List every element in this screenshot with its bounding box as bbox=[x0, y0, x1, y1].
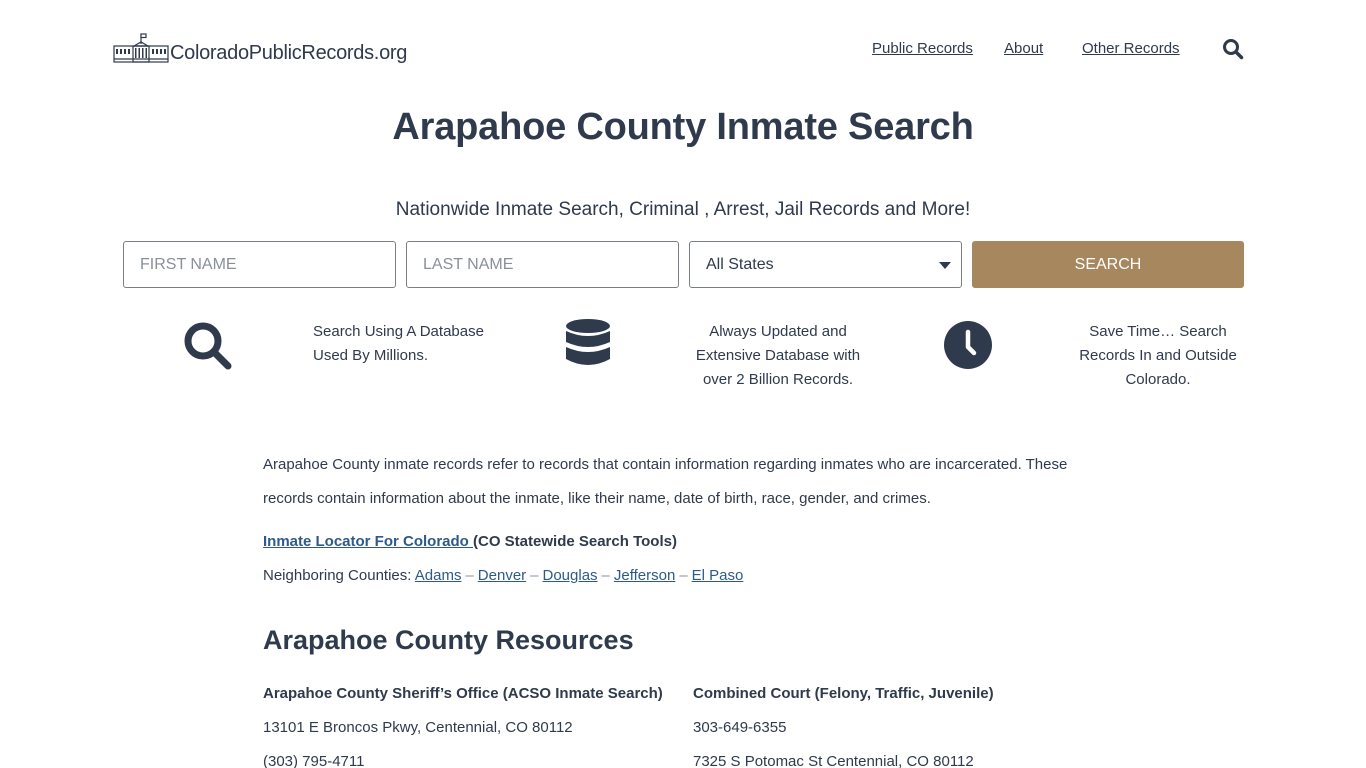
search-icon[interactable] bbox=[1222, 38, 1244, 60]
page-tagline: Nationwide Inmate Search, Criminal , Arr… bbox=[395, 199, 971, 220]
state-select[interactable]: All States bbox=[689, 241, 962, 288]
county-link-el-paso[interactable]: El Paso bbox=[692, 567, 744, 584]
locator-line: Inmate Locator For Colorado (CO Statewid… bbox=[263, 533, 677, 550]
resource-address: 13101 E Broncos Pkwy, Centennial, CO 801… bbox=[263, 719, 573, 736]
resource-combined-court: Combined Court (Felony, Traffic, Juvenil… bbox=[693, 682, 994, 768]
county-link-jefferson[interactable]: Jefferson bbox=[614, 567, 675, 584]
search-icon bbox=[182, 320, 234, 377]
separator: – bbox=[465, 567, 474, 584]
state-select-value: All States bbox=[706, 255, 774, 273]
resource-name: Combined Court (Felony, Traffic, Juvenil… bbox=[693, 685, 994, 702]
resource-name: Arapahoe County Sheriff’s Office (ACSO I… bbox=[263, 685, 663, 702]
resource-sheriff-office: Arapahoe County Sheriff’s Office (ACSO I… bbox=[263, 682, 663, 768]
features-row: Search Using A Database Used By Millions… bbox=[0, 318, 1366, 408]
county-link-denver[interactable]: Denver bbox=[478, 567, 526, 584]
site-logo[interactable]: ColoradoPublicRecords.org bbox=[113, 32, 407, 64]
logo-text: ColoradoPublicRecords.org bbox=[170, 42, 408, 64]
feature-text-save-time: Save Time… Search Records In and Outside… bbox=[1079, 323, 1237, 388]
resources-heading: Arapahoe County Resources bbox=[263, 625, 634, 655]
separator: – bbox=[679, 567, 688, 584]
clock-icon bbox=[943, 320, 993, 375]
resource-address: 7325 S Potomac St Centennial, CO 80112 bbox=[693, 753, 974, 768]
intro-paragraph: Arapahoe County inmate records refer to … bbox=[263, 456, 1068, 507]
nav-link-public-records[interactable]: Public Records bbox=[872, 40, 973, 57]
nav-link-about[interactable]: About bbox=[1004, 40, 1043, 57]
county-link-douglas[interactable]: Douglas bbox=[543, 567, 598, 584]
separator: – bbox=[601, 567, 610, 584]
resource-phone: 303-649-6355 bbox=[693, 719, 787, 736]
capitol-building-icon bbox=[113, 33, 169, 63]
main-content: Arapahoe County inmate records refer to … bbox=[263, 448, 1103, 768]
feature-text-updated: Always Updated and Extensive Database wi… bbox=[695, 323, 861, 388]
first-name-input[interactable] bbox=[123, 241, 396, 288]
inmate-locator-link[interactable]: Inmate Locator For Colorado bbox=[263, 533, 473, 550]
search-button[interactable]: SEARCH bbox=[972, 241, 1244, 288]
database-icon bbox=[565, 319, 611, 376]
nav-link-other-records[interactable]: Other Records bbox=[1082, 40, 1180, 57]
separator: – bbox=[530, 567, 539, 584]
site-header: ColoradoPublicRecords.org Public Records… bbox=[0, 0, 1366, 90]
neighboring-counties: Neighboring Counties: Adams – Denver – Dougl… bbox=[263, 567, 743, 584]
county-link-adams[interactable]: Adams bbox=[415, 567, 462, 584]
inmate-search-form: All States SEARCH bbox=[123, 241, 1244, 288]
page-title: Arapahoe County Inmate Search bbox=[392, 106, 974, 148]
last-name-input[interactable] bbox=[406, 241, 679, 288]
feature-text-database: Search Using A Database Used By Millions… bbox=[313, 323, 484, 364]
neighbors-label: Neighboring Counties: bbox=[263, 567, 415, 584]
locator-suffix: (CO Statewide Search Tools) bbox=[473, 533, 677, 550]
chevron-down-icon bbox=[939, 262, 951, 269]
resource-phone: (303) 795-4711 bbox=[263, 753, 365, 768]
